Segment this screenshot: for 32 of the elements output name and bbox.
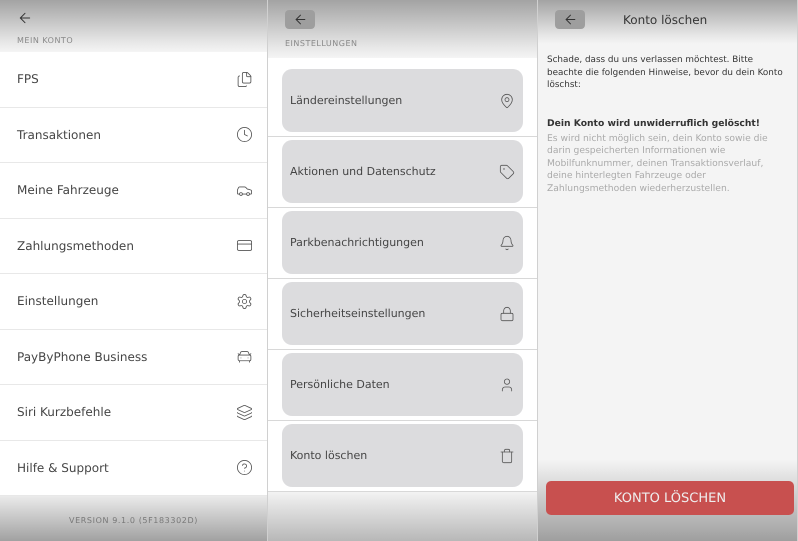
warning-text: Dein Konto wird unwiderruflich gelöscht! [547,118,761,128]
clock-icon [236,126,253,144]
intro-text: Schade, dass du uns verlassen möchtest. Bitte beachte die folgenden Hinweise, bevor du dein Konto löschst: [547,54,784,92]
trash-icon [499,448,515,464]
cars-icon [236,348,253,366]
section-label: MEIN KONTO [17,36,74,45]
menu-item[interactable]: Zahlungsmethoden [0,218,267,274]
map-pin-icon [499,92,515,108]
documents-icon [236,70,253,88]
settings-item[interactable]: Persönliche Daten [282,353,523,416]
settings-item[interactable]: Ländereinstellungen [282,69,523,132]
lock-icon [499,306,515,322]
details-text: Es wird nicht möglich sein, dein Konto sowie die darin gespeicherten Informationen wie Mobilfunknummer, deinen Transaktionsverlauf, deine hinterlegten Fahrzeuge oder Zahlungsmethoden wiederherzustellen. [547,132,769,195]
bell-icon [499,234,515,250]
user-icon [499,376,515,392]
version-text: VERSION 9.1.0 (5F183302D) [69,516,198,525]
settings-item[interactable]: Konto löschen [282,424,523,487]
layers-icon [236,404,253,421]
back-button[interactable] [285,10,315,29]
section-label: EINSTELLUNGEN [285,39,359,48]
settings-icon [236,292,253,310]
menu-item[interactable]: Hilfe & Support [0,440,267,496]
page-title: Konto löschen [623,12,708,26]
menu-item[interactable]: PayByPhone Business [0,330,267,385]
help-icon [236,459,253,476]
settings-item[interactable]: Parkbenachrichtigungen [282,211,523,274]
menu-item[interactable]: Transaktionen [0,108,267,163]
settings-item[interactable]: Aktionen und Datenschutz [282,140,523,203]
settings-item[interactable]: Sicherheitseinstellungen [282,282,523,345]
back-button[interactable] [555,10,585,29]
tag-icon [499,164,515,180]
delete-account-button[interactable]: KONTO LÖSCHEN [546,481,794,515]
